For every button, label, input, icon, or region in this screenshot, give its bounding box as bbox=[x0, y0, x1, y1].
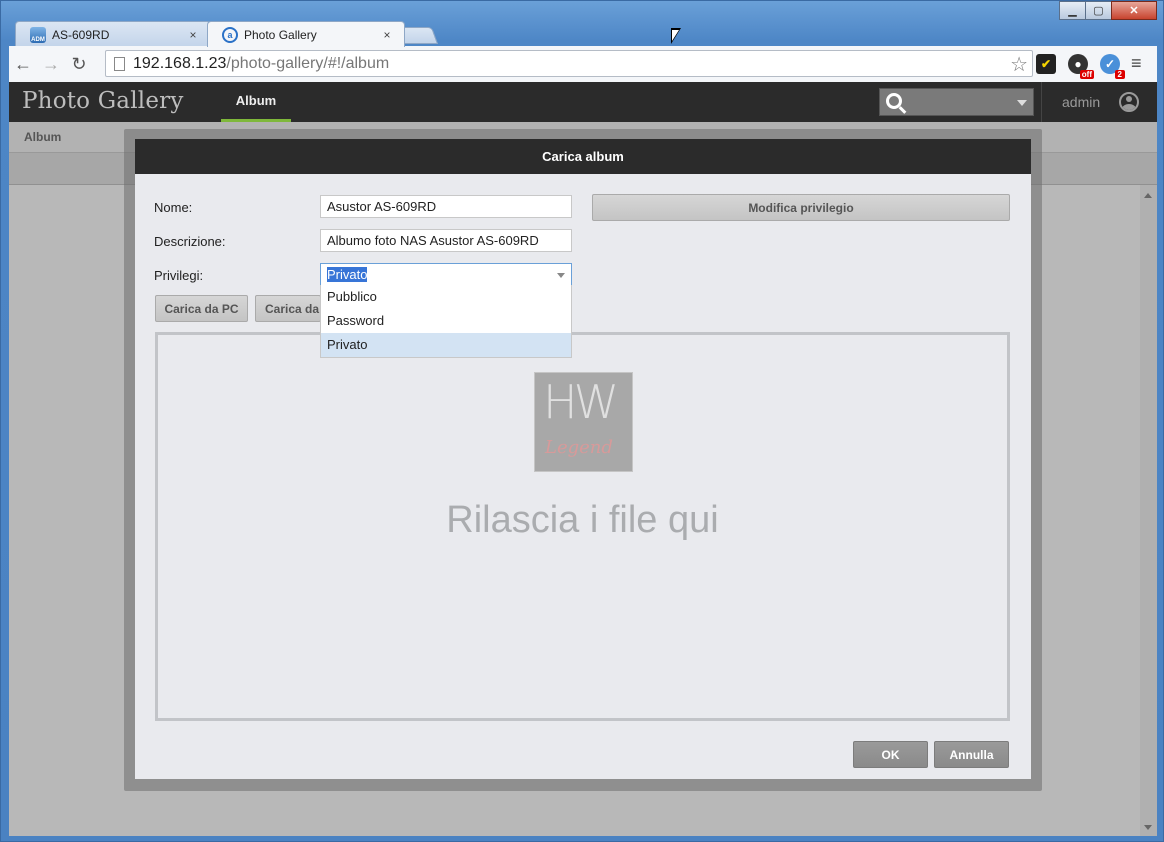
privileges-label: Privilegi: bbox=[154, 268, 204, 283]
bookmark-star-icon[interactable]: ☆ bbox=[1010, 52, 1028, 77]
shield-badge: 2 bbox=[1114, 70, 1125, 79]
upload-from-pc-button[interactable]: Carica da PC bbox=[155, 295, 248, 322]
tab-title: Photo Gallery bbox=[244, 27, 317, 42]
upload-album-dialog: Carica album Nome: Asustor AS-609RD Desc… bbox=[135, 139, 1031, 779]
privileges-selected-value: Privato bbox=[327, 267, 368, 282]
minimize-button[interactable]: ▁ bbox=[1059, 1, 1086, 20]
name-label: Nome: bbox=[154, 200, 193, 215]
browser-window: ▁ ▢ ✕ ADM AS-609RD × a Photo Gallery × ←… bbox=[0, 0, 1164, 842]
close-tab-icon[interactable]: × bbox=[380, 28, 394, 42]
url-host: 192.168.1.23 bbox=[133, 54, 227, 72]
address-bar[interactable]: 192.168.1.23/photo-gallery/#!/album ☆ bbox=[105, 50, 1033, 77]
file-drop-zone[interactable]: HW Legend Rilascia i file qui bbox=[155, 332, 1010, 721]
window-controls: ▁ ▢ ✕ bbox=[1059, 1, 1157, 20]
app-header: Photo Gallery Album admin bbox=[9, 82, 1157, 122]
option-password[interactable]: Password bbox=[321, 309, 571, 333]
adm-icon: ADM bbox=[30, 26, 46, 43]
drop-hint: Rilascia i file qui bbox=[446, 499, 719, 541]
name-field[interactable]: Asustor AS-609RD bbox=[320, 195, 572, 218]
privileges-select[interactable]: Privato bbox=[320, 263, 572, 286]
mouse-cursor-icon bbox=[671, 28, 681, 44]
modify-privilege-button[interactable]: Modifica privilegio bbox=[592, 194, 1010, 221]
logo-subtitle: Legend bbox=[545, 437, 613, 458]
reload-icon[interactable]: ↻ bbox=[65, 50, 93, 78]
scroll-up-icon[interactable] bbox=[1144, 193, 1152, 198]
shield-extension-icon[interactable]: ✓ 2 bbox=[1100, 54, 1125, 79]
option-private[interactable]: Privato bbox=[321, 333, 571, 357]
norton-extension-icon[interactable]: ✔ bbox=[1036, 54, 1056, 74]
chevron-down-icon[interactable] bbox=[557, 273, 565, 278]
logo-letters: HW bbox=[543, 375, 619, 429]
page-icon bbox=[114, 56, 125, 71]
tab-title: AS-609RD bbox=[52, 27, 110, 42]
privileges-dropdown-list: Pubblico Password Privato bbox=[320, 285, 572, 358]
description-field[interactable]: Albumo foto NAS Asustor AS-609RD bbox=[320, 229, 572, 252]
photo-gallery-app: Photo Gallery Album admin Album Carica a… bbox=[9, 82, 1157, 836]
dialog-title: Carica album bbox=[135, 139, 1031, 174]
description-label: Descrizione: bbox=[154, 234, 226, 249]
maximize-button[interactable]: ▢ bbox=[1085, 1, 1112, 20]
hwlegend-logo: HW Legend bbox=[534, 372, 633, 472]
search-icon bbox=[886, 93, 902, 109]
cancel-button[interactable]: Annulla bbox=[934, 741, 1009, 768]
url-path: /photo-gallery/#!/album bbox=[226, 54, 390, 72]
forward-icon[interactable]: → bbox=[37, 50, 65, 78]
close-window-button[interactable]: ✕ bbox=[1111, 1, 1157, 20]
app-title: Photo Gallery bbox=[22, 88, 184, 114]
user-icon[interactable] bbox=[1119, 92, 1139, 112]
tab-strip: ADM AS-609RD × a Photo Gallery × bbox=[9, 19, 1009, 47]
ghostery-extension-icon[interactable]: ● off bbox=[1068, 54, 1094, 79]
photo-gallery-icon: a bbox=[222, 26, 238, 43]
browser-toolbar: ← → ↻ 192.168.1.23/photo-gallery/#!/albu… bbox=[9, 46, 1157, 82]
back-icon[interactable]: ← bbox=[9, 50, 37, 78]
scroll-down-icon[interactable] bbox=[1144, 825, 1152, 830]
header-divider bbox=[1041, 82, 1042, 122]
breadcrumb[interactable]: Album bbox=[24, 130, 61, 144]
tab-photo-gallery[interactable]: a Photo Gallery × bbox=[207, 21, 405, 47]
search-input[interactable] bbox=[879, 88, 1034, 116]
upload-from-other-button[interactable]: Carica da bbox=[255, 295, 321, 322]
user-name[interactable]: admin bbox=[1062, 94, 1100, 110]
ok-button[interactable]: OK bbox=[853, 741, 928, 768]
close-tab-icon[interactable]: × bbox=[186, 28, 200, 42]
option-public[interactable]: Pubblico bbox=[321, 285, 571, 309]
scrollbar[interactable] bbox=[1140, 185, 1157, 836]
menu-icon[interactable]: ≡ bbox=[1131, 53, 1147, 74]
tab-as609rd[interactable]: ADM AS-609RD × bbox=[15, 21, 211, 47]
ghostery-badge: off bbox=[1079, 70, 1094, 79]
nav-album[interactable]: Album bbox=[221, 82, 291, 122]
chevron-down-icon[interactable] bbox=[1017, 100, 1027, 106]
